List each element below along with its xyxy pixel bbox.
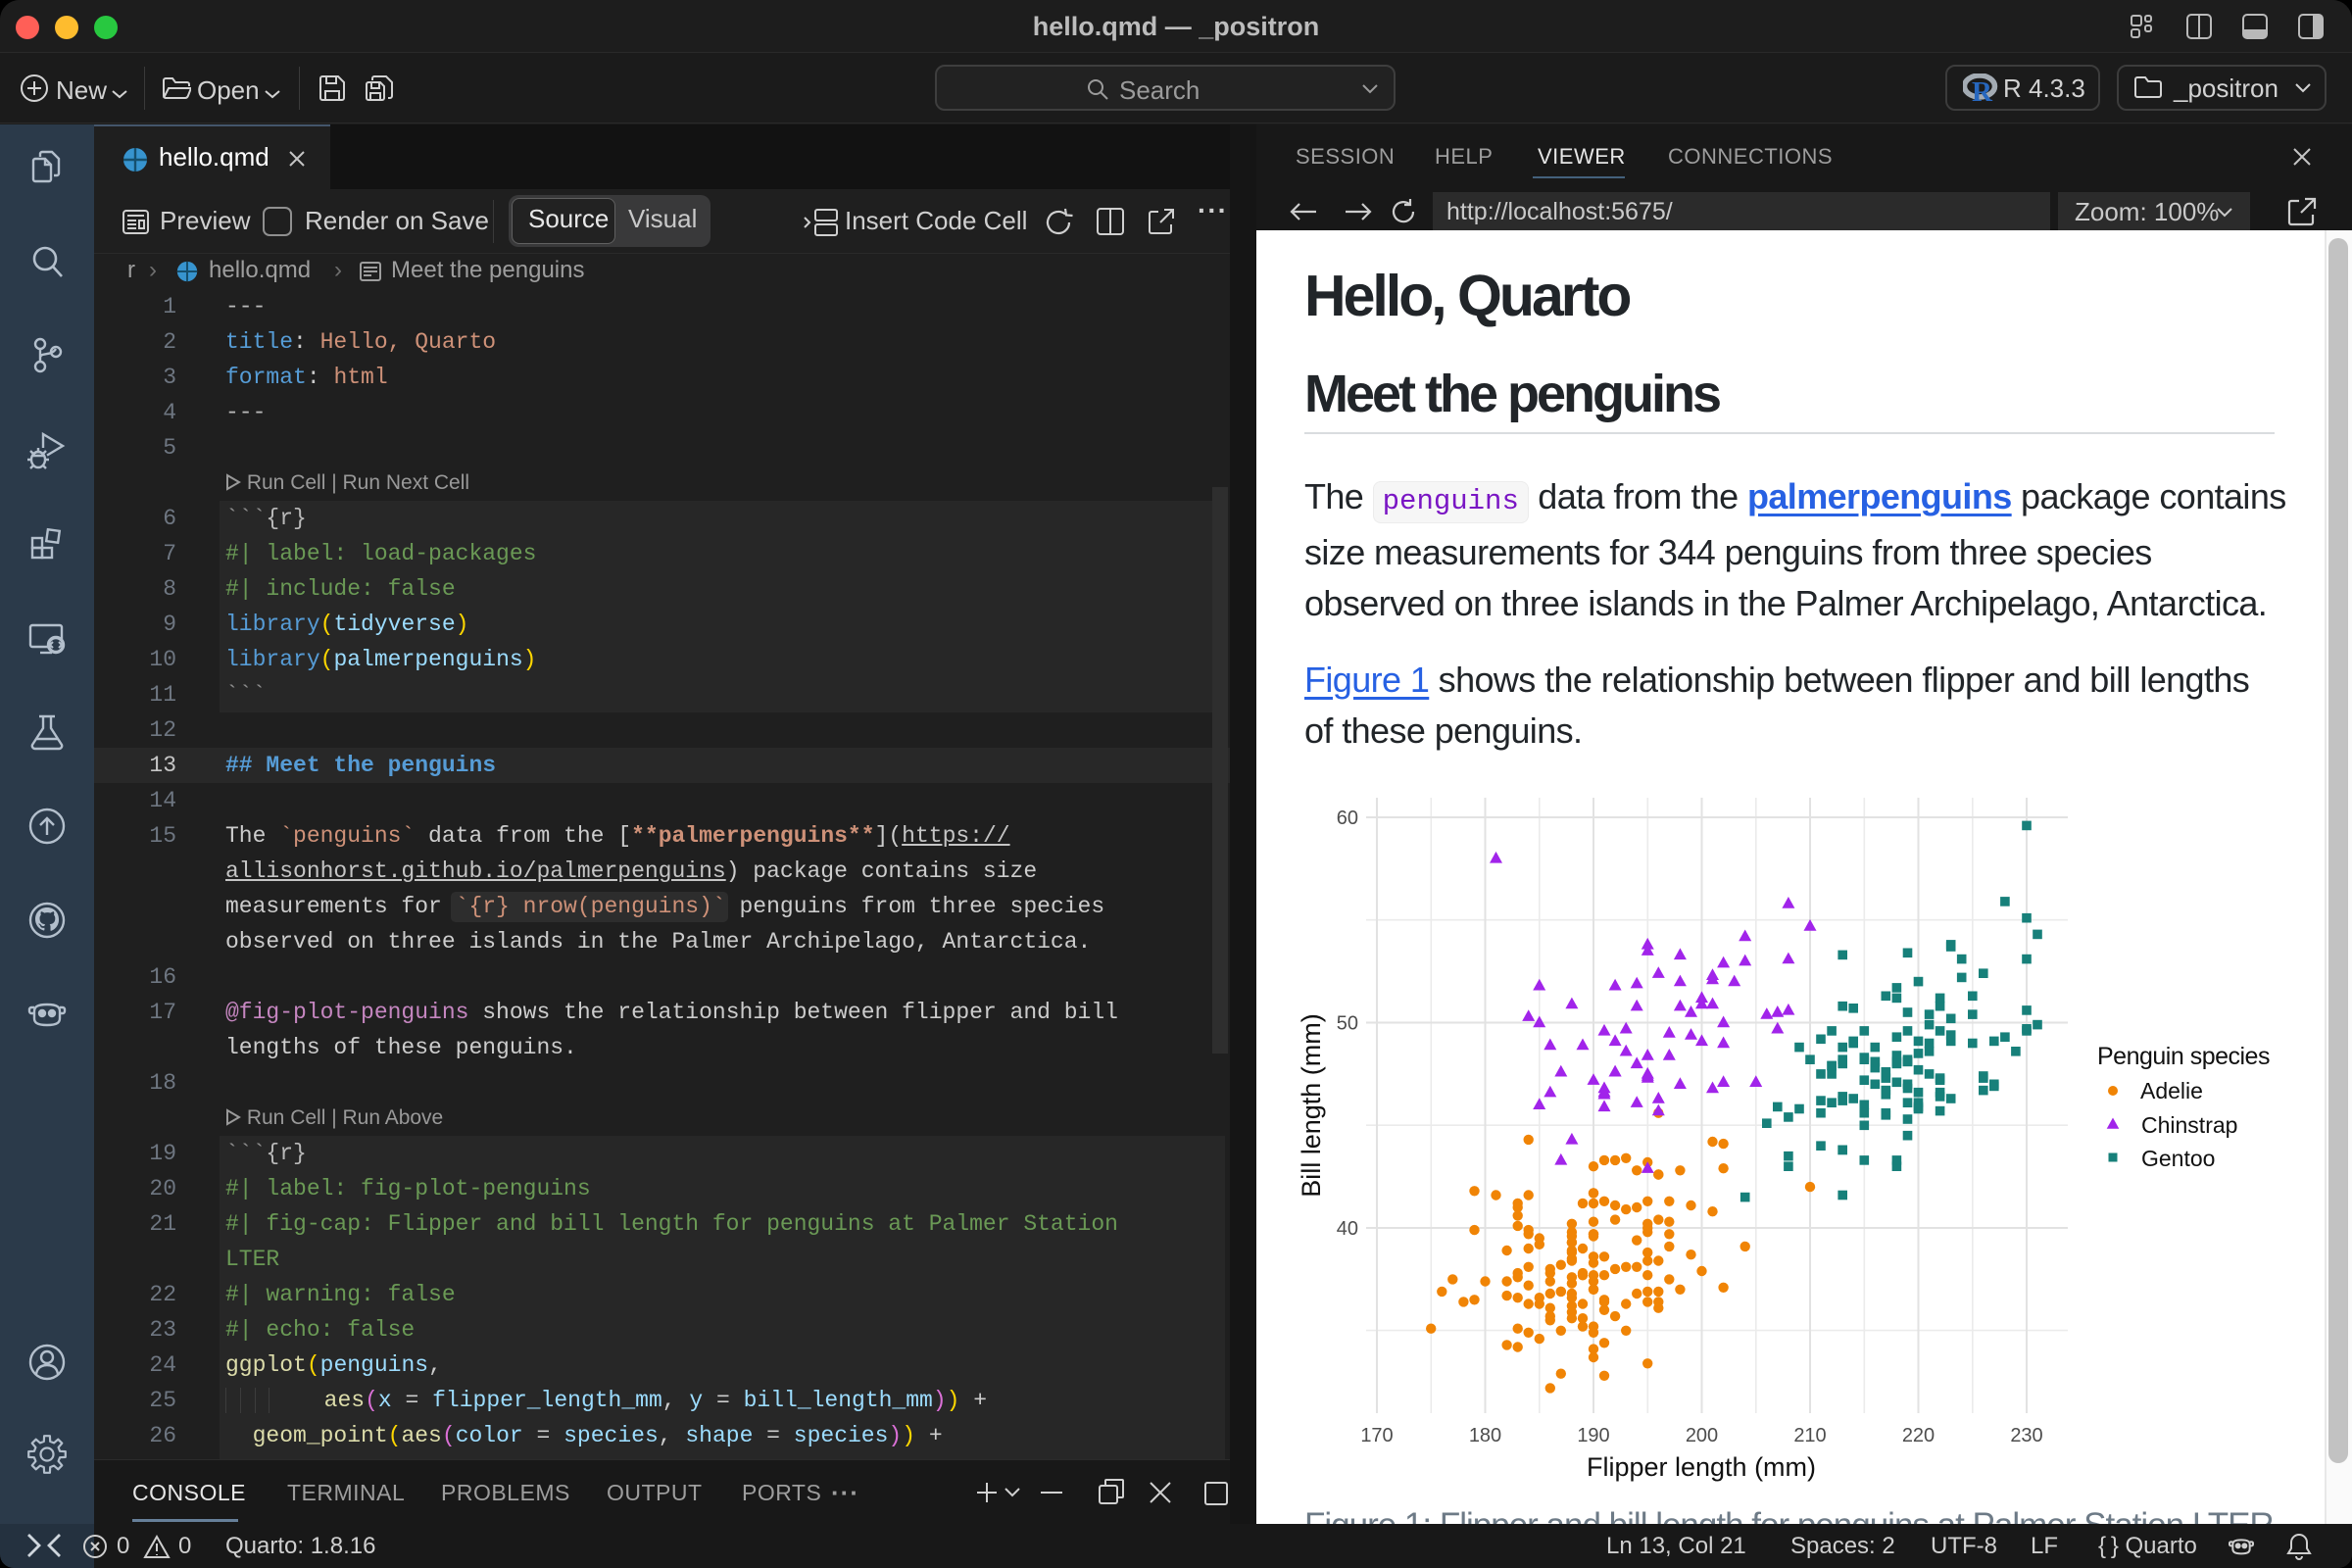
svg-text:210: 210: [1793, 1425, 1826, 1446]
svg-text:170: 170: [1360, 1425, 1393, 1446]
svg-text:230: 230: [2010, 1425, 2042, 1446]
svg-text:190: 190: [1577, 1425, 1609, 1446]
svg-text:50: 50: [1337, 1013, 1358, 1035]
svg-text:Chinstrap: Chinstrap: [2141, 1112, 2237, 1138]
svg-text:R: R: [1972, 76, 1993, 105]
svg-text:220: 220: [1902, 1425, 1935, 1446]
svg-text:Gentoo: Gentoo: [2141, 1146, 2215, 1171]
svg-text:Flipper length (mm): Flipper length (mm): [1587, 1452, 1816, 1482]
svg-text:60: 60: [1337, 808, 1358, 829]
svg-text:40: 40: [1337, 1218, 1358, 1240]
svg-text:Bill length (mm): Bill length (mm): [1297, 1013, 1326, 1198]
svg-text:Penguin species: Penguin species: [2097, 1043, 2270, 1070]
svg-text:180: 180: [1469, 1425, 1501, 1446]
svg-text:Adelie: Adelie: [2140, 1078, 2203, 1103]
svg-text:200: 200: [1686, 1425, 1718, 1446]
